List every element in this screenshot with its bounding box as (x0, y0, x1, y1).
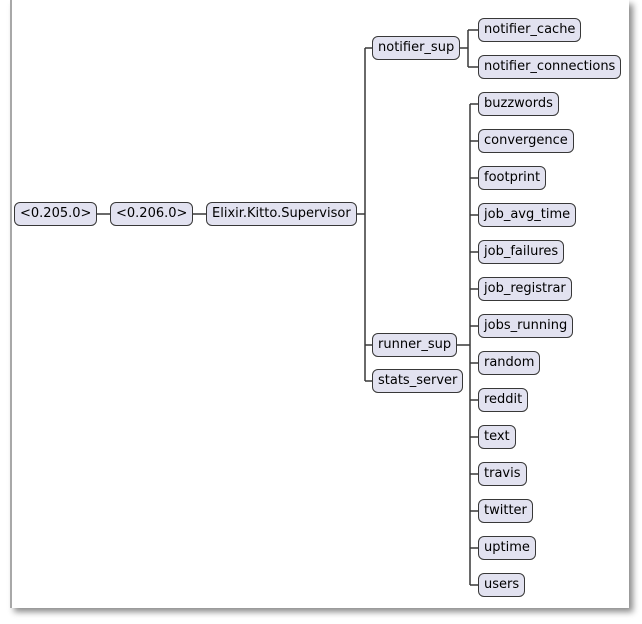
node-stats-server: stats_server (372, 369, 464, 393)
node-runner-sup: runner_sup (372, 333, 458, 357)
node-notifier-connections: notifier_connections (478, 55, 622, 79)
node-root: <0.205.0> (14, 202, 98, 226)
node-job-registrar: job_registrar (478, 277, 572, 301)
node-random: random (478, 351, 541, 375)
node-notifier-cache: notifier_cache (478, 18, 582, 42)
node-twitter: twitter (478, 499, 533, 523)
node-footprint: footprint (478, 166, 547, 190)
node-job-failures: job_failures (478, 240, 565, 264)
node-text: text (478, 425, 516, 449)
node-convergence: convergence (478, 129, 574, 153)
node-notifier-sup: notifier_sup (372, 36, 461, 60)
node-0-206-0: <0.206.0> (110, 202, 194, 226)
node-job-avg-time: job_avg_time (478, 203, 577, 227)
node-jobs-running: jobs_running (478, 314, 574, 338)
node-uptime: uptime (478, 536, 536, 560)
node-users: users (478, 573, 526, 597)
node-reddit: reddit (478, 388, 529, 412)
node-buzzwords: buzzwords (478, 92, 559, 116)
node-kitto-supervisor: Elixir.Kitto.Supervisor (206, 202, 357, 226)
node-travis: travis (478, 462, 527, 486)
